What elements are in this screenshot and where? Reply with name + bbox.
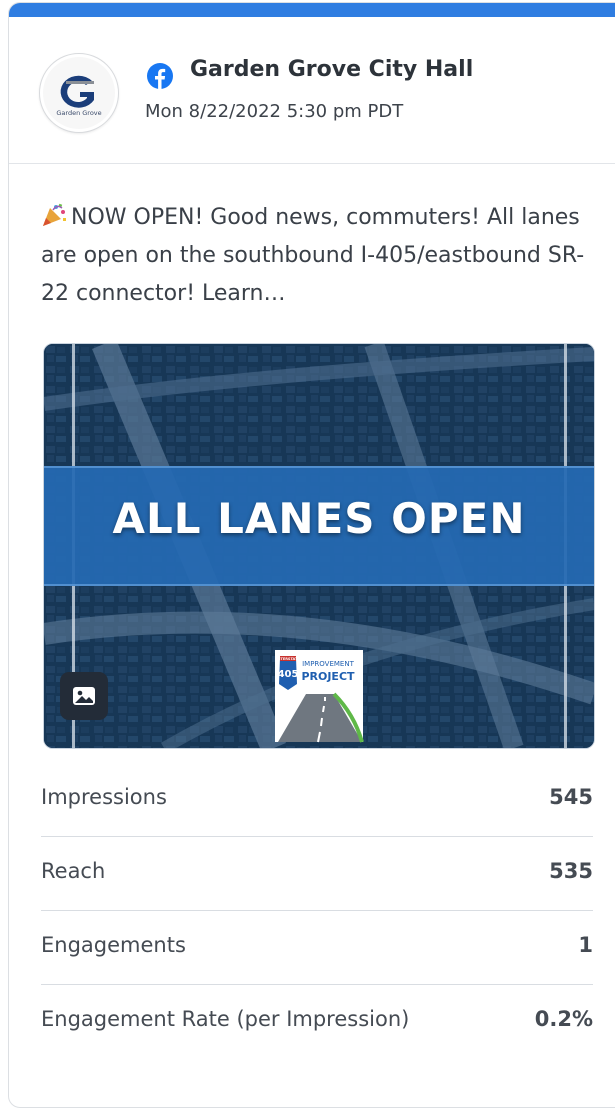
post-header: Garden Grove Garden Grove City Hall Mon … bbox=[9, 17, 615, 164]
party-popper-icon bbox=[43, 203, 66, 226]
badge-line-2: PROJECT bbox=[301, 670, 355, 683]
post-text-body: NOW OPEN! Good news, commuters! All lane… bbox=[41, 205, 585, 306]
metric-impressions: Impressions 545 bbox=[41, 763, 593, 837]
metric-engagement-rate: Engagement Rate (per Impression) 0.2% bbox=[41, 985, 593, 1059]
metric-value: 1 bbox=[578, 933, 593, 957]
post-image[interactable]: INTERSTATE 405 IMPROVEMENT PROJECT ALL L… bbox=[43, 343, 595, 749]
metric-value: 0.2% bbox=[534, 1007, 593, 1031]
badge-number: 405 bbox=[278, 669, 299, 680]
metric-label: Engagements bbox=[41, 933, 186, 957]
badge-top-label: INTERSTATE bbox=[276, 657, 300, 661]
badge-line-1: IMPROVEMENT bbox=[302, 660, 354, 668]
metric-label: Engagement Rate (per Impression) bbox=[41, 1007, 410, 1031]
page-name[interactable]: Garden Grove City Hall bbox=[190, 57, 473, 82]
post-timestamp: Mon 8/22/2022 5:30 pm PDT bbox=[145, 101, 404, 122]
metric-label: Impressions bbox=[41, 785, 167, 809]
metric-label: Reach bbox=[41, 859, 106, 883]
avatar[interactable]: Garden Grove bbox=[39, 53, 119, 133]
metric-value: 535 bbox=[549, 859, 593, 883]
card-accent-bar bbox=[9, 3, 615, 17]
avatar-caption: Garden Grove bbox=[56, 109, 101, 117]
metric-reach: Reach 535 bbox=[41, 837, 593, 911]
improvement-project-badge: INTERSTATE 405 IMPROVEMENT PROJECT bbox=[275, 650, 364, 743]
image-icon bbox=[73, 687, 95, 705]
metric-engagements: Engagements 1 bbox=[41, 911, 593, 985]
facebook-icon bbox=[147, 63, 173, 89]
banner-headline: ALL LANES OPEN bbox=[112, 494, 526, 543]
metric-value: 545 bbox=[549, 785, 593, 809]
post-card: Garden Grove Garden Grove City Hall Mon … bbox=[8, 2, 615, 1108]
post-text: NOW OPEN! Good news, commuters! All lane… bbox=[41, 199, 601, 313]
image-type-button[interactable] bbox=[60, 672, 108, 720]
